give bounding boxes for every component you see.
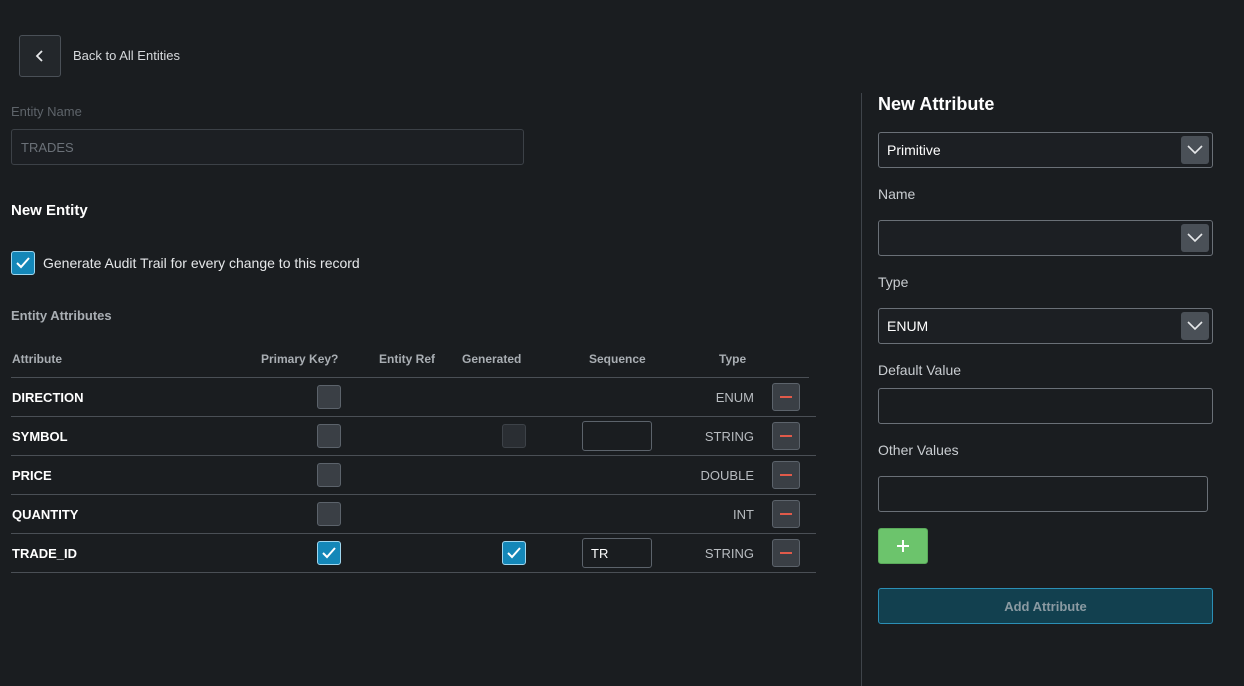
chevron-down-icon <box>1181 312 1209 340</box>
type-label: Type <box>878 274 909 290</box>
new-attribute-title: New Attribute <box>878 94 995 114</box>
entity-name-label: Entity Name <box>11 104 82 119</box>
back-link[interactable]: Back to All Entities <box>73 48 180 63</box>
column-header-attribute: Attribute <box>12 352 62 366</box>
remove-attribute-button[interactable] <box>772 422 800 450</box>
primary-key-checkbox[interactable] <box>317 463 341 487</box>
entity-name-input[interactable] <box>11 129 524 165</box>
generated-checkbox[interactable] <box>502 541 526 565</box>
remove-attribute-button[interactable] <box>772 500 800 528</box>
back-button[interactable] <box>19 35 61 77</box>
table-row: DIRECTION ENUM <box>11 378 816 417</box>
chevron-left-icon <box>35 50 43 62</box>
attribute-name: DIRECTION <box>12 389 84 405</box>
type-select[interactable]: ENUM <box>878 308 1213 344</box>
attribute-kind-value: Primitive <box>887 142 941 158</box>
table-row: TRADE_ID STRING <box>11 534 816 573</box>
type-value: ENUM <box>887 318 929 334</box>
minus-icon <box>780 552 792 554</box>
attribute-name: QUANTITY <box>12 506 79 522</box>
remove-attribute-button[interactable] <box>772 539 800 567</box>
primary-key-checkbox[interactable] <box>317 541 341 565</box>
default-value-input[interactable] <box>878 388 1213 424</box>
attribute-name: TRADE_ID <box>12 545 78 561</box>
attribute-type: INT <box>733 506 754 522</box>
primary-key-checkbox[interactable] <box>317 385 341 409</box>
audit-trail-checkbox[interactable] <box>11 251 35 275</box>
check-icon <box>16 257 30 269</box>
column-header-generated: Generated <box>462 352 522 366</box>
add-attribute-button[interactable]: Add Attribute <box>878 588 1213 624</box>
attribute-name: PRICE <box>12 467 52 483</box>
minus-icon <box>780 513 792 515</box>
table-row: SYMBOL STRING <box>11 417 816 456</box>
attribute-type: STRING <box>704 428 754 444</box>
primary-key-checkbox[interactable] <box>317 502 341 526</box>
name-select[interactable] <box>878 220 1213 256</box>
remove-attribute-button[interactable] <box>772 461 800 489</box>
table-row: QUANTITY INT <box>11 495 816 534</box>
table-row: PRICE DOUBLE <box>11 456 816 495</box>
attribute-type: STRING <box>704 545 754 561</box>
attribute-kind-select[interactable]: Primitive <box>878 132 1213 168</box>
attribute-type: ENUM <box>715 389 754 405</box>
generated-checkbox[interactable] <box>502 424 526 448</box>
column-header-type: Type <box>719 352 747 366</box>
sequence-input[interactable] <box>582 421 652 451</box>
other-values-label: Other Values <box>878 442 959 458</box>
minus-icon <box>780 474 792 476</box>
add-value-button[interactable] <box>878 528 928 564</box>
remove-attribute-button[interactable] <box>772 383 800 411</box>
default-value-label: Default Value <box>878 362 962 378</box>
column-header-primary-key: Primary Key? <box>261 352 339 366</box>
attribute-type: DOUBLE <box>700 467 754 483</box>
attributes-title: Entity Attributes <box>11 308 112 323</box>
column-header-entity-ref: Entity Ref <box>379 352 436 366</box>
section-title: New Entity <box>11 202 88 219</box>
chevron-down-icon <box>1181 136 1209 164</box>
chevron-down-icon <box>1181 224 1209 252</box>
check-icon <box>322 547 336 559</box>
panel-divider <box>861 93 862 686</box>
minus-icon <box>780 435 792 437</box>
audit-trail-label: Generate Audit Trail for every change to… <box>43 255 360 271</box>
name-label: Name <box>878 186 916 202</box>
check-icon <box>507 547 521 559</box>
other-values-input[interactable] <box>878 476 1208 512</box>
minus-icon <box>780 396 792 398</box>
primary-key-checkbox[interactable] <box>317 424 341 448</box>
attribute-name: SYMBOL <box>12 428 68 444</box>
plus-icon <box>897 540 909 552</box>
sequence-input[interactable] <box>582 538 652 568</box>
column-header-sequence: Sequence <box>589 352 646 366</box>
